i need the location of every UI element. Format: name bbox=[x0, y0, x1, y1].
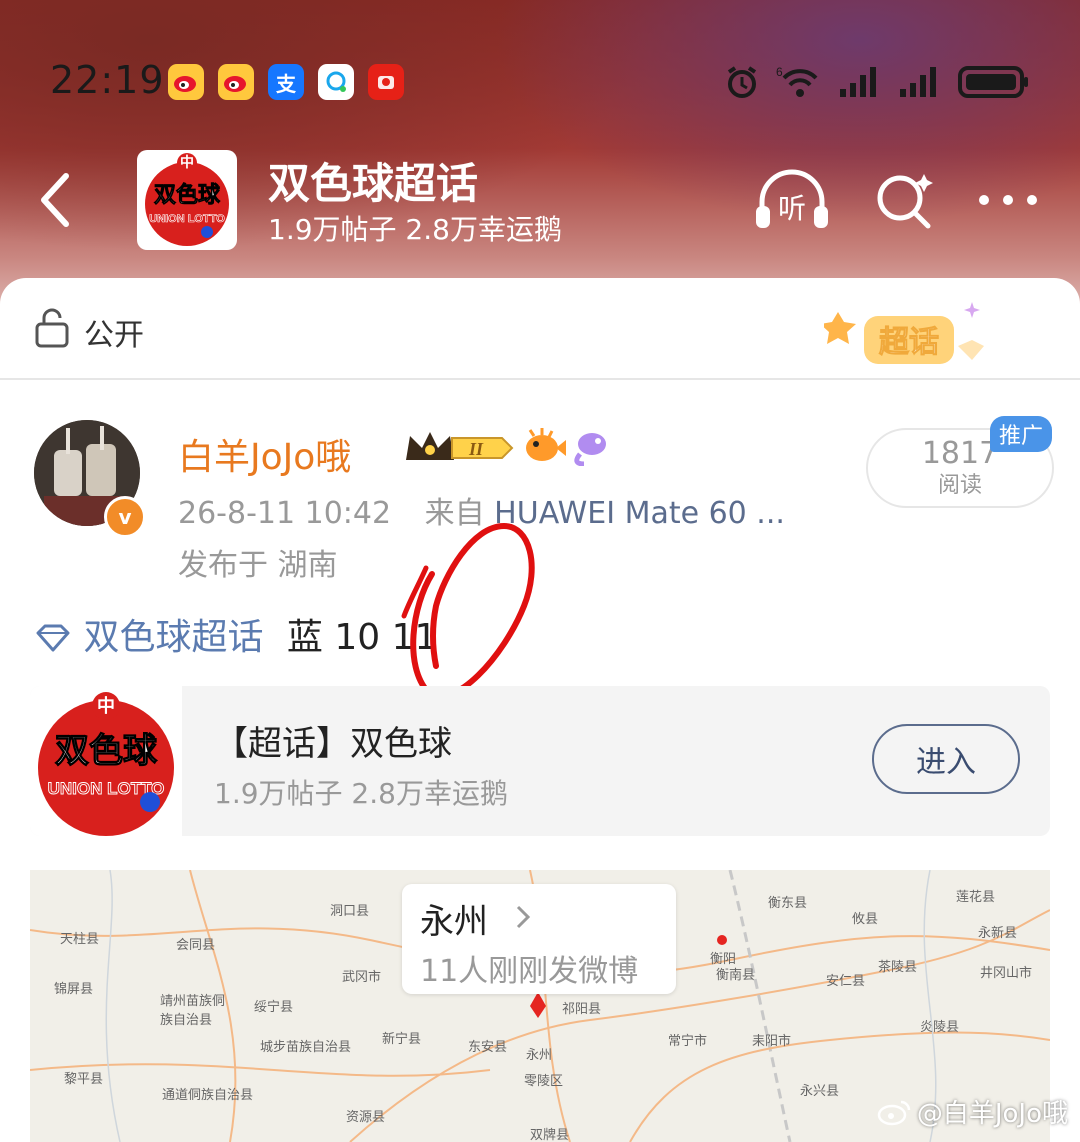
chevron-right-icon bbox=[516, 905, 531, 929]
wifi-icon: 6 bbox=[776, 65, 818, 97]
watermark-text: @白羊JoJo哦 bbox=[916, 1099, 1068, 1129]
privacy-label: 公开 bbox=[84, 318, 144, 353]
map-label: 洞口县 bbox=[330, 904, 370, 919]
search-icon bbox=[877, 174, 933, 229]
watermark: @白羊JoJo哦 bbox=[877, 1093, 1068, 1130]
svg-text:中: 中 bbox=[180, 154, 194, 171]
map-label: 零陵区 bbox=[524, 1074, 564, 1089]
topic-card-logo: 中 双色球 UNION LOTTO bbox=[30, 686, 182, 836]
signal-icon bbox=[900, 67, 936, 97]
map-label: 武冈市 bbox=[342, 970, 382, 985]
page-title: 双色球超话 bbox=[268, 159, 479, 208]
map-label: 黎平县 bbox=[64, 1072, 104, 1087]
map-label: 资源县 bbox=[346, 1110, 386, 1125]
page-subtitle: 1.9万帖子 2.8万幸运鹅 bbox=[268, 213, 562, 246]
map-post-count: 11人刚刚发微博 bbox=[420, 954, 639, 989]
lock-icon bbox=[35, 308, 69, 348]
listen-label: 听 bbox=[778, 192, 806, 225]
topic-card[interactable]: 中 双色球 UNION LOTTO 【超话】双色球 1.9万帖子 2.8万幸运鹅… bbox=[30, 686, 1050, 836]
map-label: 衡南县 bbox=[716, 968, 756, 983]
map-pin-icon bbox=[530, 992, 546, 1018]
map-label: 炎陵县 bbox=[920, 1020, 960, 1035]
fish-badge-icon bbox=[574, 433, 606, 466]
map-label: 城步苗族自治县 bbox=[260, 1040, 352, 1055]
chaohua-badge-text: 超话 bbox=[879, 325, 939, 360]
map-label: 永兴县 bbox=[800, 1084, 840, 1099]
map-label: 通道侗族自治县 bbox=[162, 1088, 254, 1103]
map-location-popup[interactable]: 永州 11人刚刚发微博 bbox=[402, 884, 676, 994]
diamond-icon bbox=[36, 624, 70, 652]
back-button[interactable] bbox=[36, 170, 76, 230]
handwritten-circle-annotation bbox=[401, 522, 535, 700]
map-label: 双牌县 bbox=[530, 1128, 570, 1142]
map-label: 绥宁县 bbox=[254, 1000, 294, 1015]
status-time: 22:19 bbox=[50, 58, 165, 102]
status-bar: 22:19 支 6 bbox=[50, 52, 1030, 112]
username[interactable]: 白羊JoJo哦 bbox=[178, 428, 351, 480]
map-label: 攸县 bbox=[852, 912, 879, 927]
more-icon bbox=[979, 195, 1037, 205]
weibo-icon bbox=[168, 64, 204, 100]
listen-button[interactable]: 听 bbox=[752, 168, 832, 232]
topic-card-title: 【超话】双色球 bbox=[214, 724, 452, 764]
map-label: 祁阳县 bbox=[562, 1002, 602, 1017]
topic-card-stats: 1.9万帖子 2.8万幸运鹅 bbox=[214, 777, 508, 810]
system-icons: 6 bbox=[724, 64, 1030, 100]
map-label: 锦屏县 bbox=[54, 982, 94, 997]
more-button[interactable] bbox=[976, 168, 1040, 232]
signal-icon bbox=[840, 67, 876, 97]
map-label: 衡东县 bbox=[768, 896, 808, 911]
topic-link[interactable]: 双色球超话 bbox=[83, 617, 263, 658]
map-label: 靖州苗族侗族自治县 bbox=[160, 994, 226, 1028]
pufferfish-icon bbox=[526, 428, 566, 461]
map-label: 天柱县 bbox=[60, 932, 100, 947]
search-button[interactable] bbox=[872, 168, 936, 232]
map-label: 常宁市 bbox=[668, 1034, 708, 1049]
alarm-icon bbox=[727, 66, 757, 98]
privacy-row: 公开 超话 bbox=[0, 278, 1080, 380]
verified-badge: v bbox=[104, 496, 146, 538]
svg-text:中: 中 bbox=[97, 695, 115, 717]
promo-badge: 推广 bbox=[990, 416, 1052, 452]
crown-level-icon: II bbox=[406, 432, 514, 460]
map-label: 永州 bbox=[526, 1048, 553, 1063]
chat-app-icon bbox=[318, 64, 354, 100]
weibo-icon bbox=[218, 64, 254, 100]
post-card: 公开 超话 v 白羊JoJo哦 II 26-8-11 10:42 来自 HUAW… bbox=[0, 278, 1080, 1142]
map-label: 东安县 bbox=[468, 1040, 508, 1055]
map-label: 永新县 bbox=[978, 926, 1018, 941]
map-label: 耒阳市 bbox=[752, 1034, 792, 1049]
map-label: 井冈山市 bbox=[980, 966, 1033, 981]
topic-card-logo-title: 双色球 bbox=[55, 731, 158, 771]
map-city-name: 永州 bbox=[420, 902, 488, 942]
post-content: 双色球超话 蓝 10 11 bbox=[34, 608, 437, 660]
map-label: 茶陵县 bbox=[878, 960, 918, 975]
map-label: 新宁县 bbox=[382, 1032, 422, 1047]
post-location: 发布于 湖南 bbox=[178, 548, 338, 583]
headphones-icon: 听 bbox=[756, 169, 828, 228]
news-app-icon bbox=[368, 64, 404, 100]
chaohua-badge: 超话 bbox=[820, 298, 1004, 378]
logo-title-text: 双色球 bbox=[154, 182, 221, 208]
read-count-label: 阅读 bbox=[937, 473, 982, 498]
weibo-logo-icon bbox=[877, 1100, 911, 1125]
chevron-left-icon bbox=[41, 173, 69, 227]
post-time: 26-8-11 10:42 bbox=[178, 496, 392, 531]
notification-icons: 支 bbox=[168, 64, 404, 100]
topic-logo[interactable]: 中 双色球 UNION LOTTO bbox=[137, 150, 237, 250]
map-label: 安仁县 bbox=[826, 974, 866, 989]
alipay-icon: 支 bbox=[268, 64, 304, 100]
svg-text:6: 6 bbox=[776, 65, 783, 79]
map-label: 莲花县 bbox=[956, 890, 996, 905]
map-label: 会同县 bbox=[176, 938, 216, 953]
enter-button[interactable]: 进入 bbox=[872, 724, 1020, 794]
battery-icon bbox=[958, 66, 1028, 98]
logo-sub-text: UNION LOTTO bbox=[149, 213, 225, 225]
level-text: II bbox=[468, 439, 484, 459]
